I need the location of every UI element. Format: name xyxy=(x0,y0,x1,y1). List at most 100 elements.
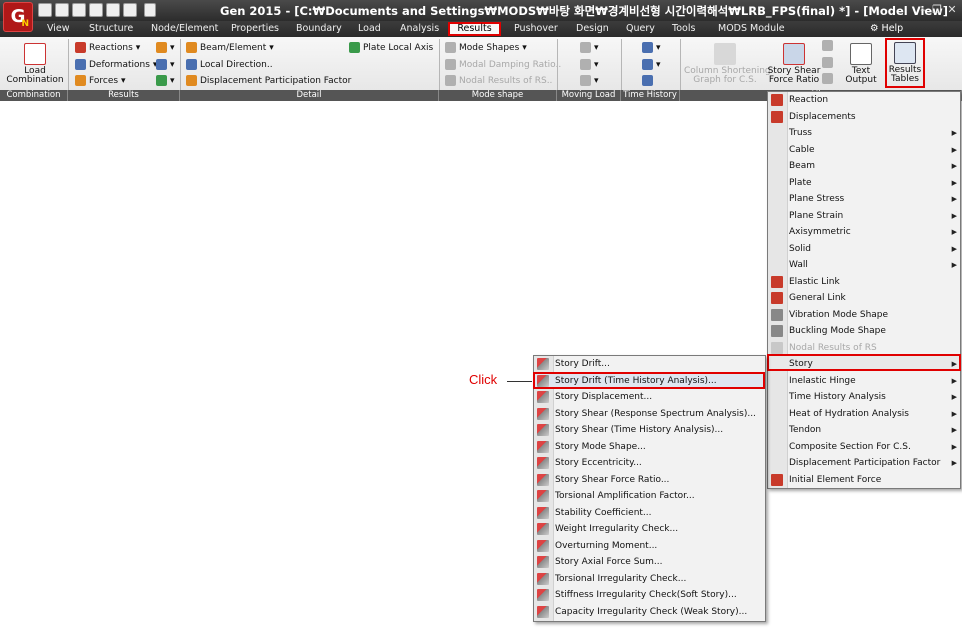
misc-small-tool-2[interactable] xyxy=(822,57,833,68)
results-tool-3[interactable]: ▾ xyxy=(156,75,175,86)
beam-element-button[interactable]: Beam/Element ▾ xyxy=(186,42,274,53)
story-item-stability-coefficient[interactable]: Stability Coefficient... xyxy=(533,505,766,522)
app-logo[interactable]: GN xyxy=(3,2,33,32)
results-tables-item-time-history-analysis[interactable]: Time History Analysis ▶ xyxy=(767,389,961,406)
story-item-story-mode-shape[interactable]: Story Mode Shape... xyxy=(533,439,766,456)
menu-results[interactable]: Results xyxy=(448,22,501,36)
story-item-story-shear-response-spectrum-analysis[interactable]: Story Shear (Response Spectrum Analysis)… xyxy=(533,406,766,423)
menu-properties[interactable]: Properties xyxy=(231,23,279,34)
results-tables-item-inelastic-hinge[interactable]: Inelastic Hinge ▶ xyxy=(767,373,961,390)
story-item-stiffness-irregularity-check-soft-story[interactable]: Stiffness Irregularity Check(Soft Story)… xyxy=(533,587,766,604)
story-item-weight-irregularity-check[interactable]: Weight Irregularity Check... xyxy=(533,521,766,538)
results-tool-1[interactable]: ▾ xyxy=(156,42,175,53)
story-shear-force-ratio-button[interactable]: Story Shear Force Ratio xyxy=(767,43,821,85)
moving-load-tool-2[interactable]: ▾ xyxy=(580,59,599,70)
results-tables-item-displacements[interactable]: Displacements xyxy=(767,109,961,126)
time-history-tool-2[interactable]: ▾ xyxy=(642,59,661,70)
menu-item-label: Axisymmetric xyxy=(789,227,851,238)
time-history-tool-1[interactable]: ▾ xyxy=(642,42,661,53)
results-tables-item-heat-of-hydration-analysis[interactable]: Heat of Hydration Analysis ▶ xyxy=(767,406,961,423)
story-item-story-eccentricity[interactable]: Story Eccentricity... xyxy=(533,455,766,472)
local-direction-icon xyxy=(186,59,197,70)
story-item-overturning-moment[interactable]: Overturning Moment... xyxy=(533,538,766,555)
results-tables-item-tendon[interactable]: Tendon ▶ xyxy=(767,422,961,439)
results-tables-item-plane-stress[interactable]: Plane Stress ▶ xyxy=(767,191,961,208)
preview-icon[interactable] xyxy=(106,3,120,17)
reactions-button[interactable]: Reactions ▾ xyxy=(75,42,140,53)
text-output-button[interactable]: Text Output xyxy=(842,43,880,85)
moving-load-tool-3[interactable]: ▾ xyxy=(580,75,599,86)
menu-query[interactable]: Query xyxy=(626,23,655,34)
group-label-moving-load: Moving Load xyxy=(557,90,621,101)
menu-node-element[interactable]: Node/Element xyxy=(151,23,218,34)
local-direction-button[interactable]: Local Direction.. xyxy=(186,59,273,70)
story-item-story-shear-time-history-analysis[interactable]: Story Shear (Time History Analysis)... xyxy=(533,422,766,439)
results-tables-item-story[interactable]: Story ▶ xyxy=(767,356,961,373)
menu-item-label: Displacement Participation Factor xyxy=(789,458,941,469)
misc-small-tool-3[interactable] xyxy=(822,73,833,84)
story-item-story-shear-force-ratio[interactable]: Story Shear Force Ratio... xyxy=(533,472,766,489)
story-item-story-drift-time-history-analysis[interactable]: Story Drift (Time History Analysis)... xyxy=(533,373,766,390)
results-tables-item-plane-strain[interactable]: Plane Strain ▶ xyxy=(767,208,961,225)
results-tables-item-truss[interactable]: Truss ▶ xyxy=(767,125,961,142)
print-icon[interactable] xyxy=(89,3,103,17)
results-tables-item-solid[interactable]: Solid ▶ xyxy=(767,241,961,258)
menu-item-label: Story Shear (Response Spectrum Analysis)… xyxy=(555,408,756,419)
results-tables-item-buckling-mode-shape[interactable]: Buckling Mode Shape xyxy=(767,323,961,340)
modal-damping-ratio-button[interactable]: Modal Damping Ratio.. xyxy=(445,59,561,70)
mode-shapes-button[interactable]: Mode Shapes ▾ xyxy=(445,42,527,53)
results-tables-item-reaction[interactable]: Reaction xyxy=(767,92,961,109)
menu-structure[interactable]: Structure xyxy=(89,23,133,34)
close-icon[interactable]: ✕ xyxy=(945,3,959,16)
results-tables-item-vibration-mode-shape[interactable]: Vibration Mode Shape xyxy=(767,307,961,324)
plate-local-axis-icon xyxy=(349,42,360,53)
submenu-arrow-icon: ▶ xyxy=(951,145,957,154)
story-item-story-displacement[interactable]: Story Displacement... xyxy=(533,389,766,406)
plate-local-axis-button[interactable]: Plate Local Axis xyxy=(349,42,433,53)
results-tables-item-general-link[interactable]: General Link xyxy=(767,290,961,307)
load-combination-button[interactable]: Load Combination xyxy=(5,43,65,85)
menu-load[interactable]: Load xyxy=(358,23,381,34)
results-tool-2[interactable]: ▾ xyxy=(156,59,175,70)
time-history-tool-3[interactable] xyxy=(642,75,653,86)
menu-mods-module[interactable]: MODS Module xyxy=(718,23,785,34)
results-tables-item-beam[interactable]: Beam ▶ xyxy=(767,158,961,175)
results-tables-item-elastic-link[interactable]: Elastic Link xyxy=(767,274,961,291)
results-tables-item-initial-element-force[interactable]: Initial Element Force xyxy=(767,472,961,489)
story-item-story-axial-force-sum[interactable]: Story Axial Force Sum... xyxy=(533,554,766,571)
menu-analysis[interactable]: Analysis xyxy=(400,23,439,34)
menu-tools[interactable]: Tools xyxy=(672,23,695,34)
blank-doc-icon[interactable] xyxy=(123,3,137,17)
story-item-torsional-amplification-factor[interactable]: Torsional Amplification Factor... xyxy=(533,488,766,505)
nodal-results-rs-button[interactable]: Nodal Results of RS.. xyxy=(445,75,552,86)
click-annotation-line xyxy=(507,381,532,382)
results-tables-item-cable[interactable]: Cable ▶ xyxy=(767,142,961,159)
misc-small-tool-1[interactable] xyxy=(822,40,833,51)
moving-load-tool-1[interactable]: ▾ xyxy=(580,42,599,53)
story-item-capacity-irregularity-check-weak-story[interactable]: Capacity Irregularity Check (Weak Story)… xyxy=(533,604,766,621)
deformations-button[interactable]: Deformations▾ xyxy=(75,59,157,70)
restore-icon[interactable]: ❐ xyxy=(930,3,944,16)
displacement-participation-factor-button[interactable]: Displacement Participation Factor xyxy=(186,75,351,86)
results-tables-item-wall[interactable]: Wall ▶ xyxy=(767,257,961,274)
story-item-torsional-irregularity-check[interactable]: Torsional Irregularity Check... xyxy=(533,571,766,588)
menu-design[interactable]: Design xyxy=(576,23,609,34)
results-tables-item-axisymmetric[interactable]: Axisymmetric ▶ xyxy=(767,224,961,241)
open-icon[interactable] xyxy=(38,3,52,17)
results-tables-item-composite-section-for-c-s[interactable]: Composite Section For C.S. ▶ xyxy=(767,439,961,456)
minimize-icon[interactable]: – xyxy=(916,3,930,16)
save-icon[interactable] xyxy=(72,3,86,17)
new-icon[interactable] xyxy=(55,3,69,17)
forces-button[interactable]: Forces ▾ xyxy=(75,75,126,86)
story-item-story-drift[interactable]: Story Drift... xyxy=(533,356,766,373)
results-tables-item-nodal-results-of-rs[interactable]: Nodal Results of RS xyxy=(767,340,961,357)
menu-view[interactable]: View xyxy=(47,23,70,34)
column-shortening-button[interactable]: Column Shortening Graph for C.S. xyxy=(684,43,771,85)
quick-access-dropdown-icon[interactable] xyxy=(144,3,156,17)
help-menu[interactable]: ⚙ Help xyxy=(870,23,903,34)
menu-boundary[interactable]: Boundary xyxy=(296,23,342,34)
menu-pushover[interactable]: Pushover xyxy=(514,23,558,34)
story-table-icon xyxy=(537,424,549,437)
results-tables-item-displacement-participation-factor[interactable]: Displacement Participation Factor ▶ xyxy=(767,455,961,472)
results-tables-item-plate[interactable]: Plate ▶ xyxy=(767,175,961,192)
